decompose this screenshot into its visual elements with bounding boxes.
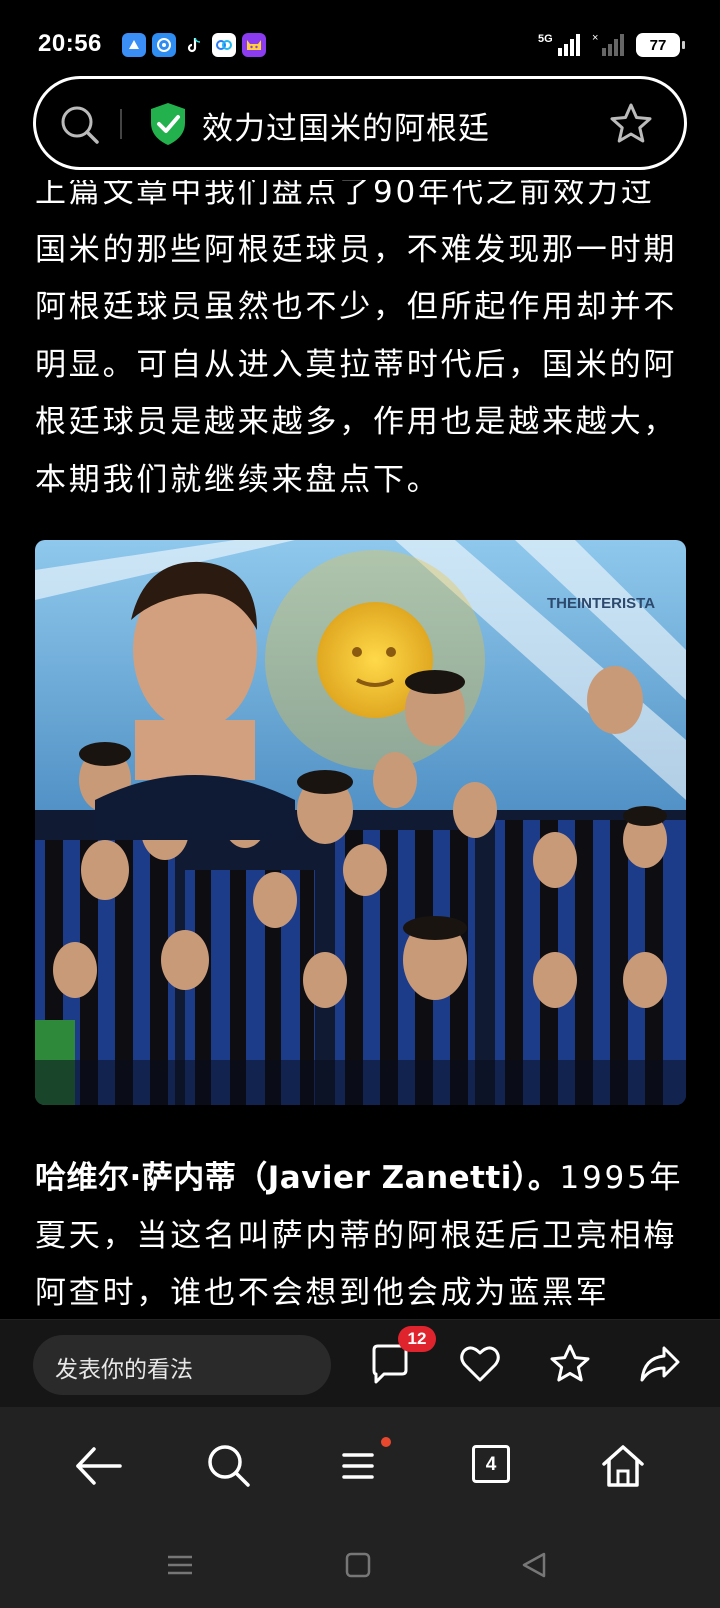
home-square-icon[interactable] — [344, 1551, 372, 1579]
signal-5g-icon: 5G — [538, 33, 580, 56]
article-content[interactable]: 上篇文章中我们盘点了90年代之前效力过国米的那些阿根廷球员，不难发现那一时期阿根… — [0, 180, 720, 1319]
signal-area: 5G × 77 — [538, 32, 685, 58]
notification-icons — [122, 33, 266, 57]
search-icon[interactable] — [204, 1441, 254, 1491]
favorite-star-icon[interactable] — [548, 1342, 592, 1386]
tiktok-icon — [182, 33, 206, 57]
recent-apps-icon[interactable] — [166, 1551, 194, 1579]
tab-count-button[interactable]: 4 — [472, 1445, 510, 1483]
bookmark-star-icon[interactable] — [608, 101, 654, 147]
battery-indicator: 77 — [636, 33, 685, 57]
signal-no-service-icon: × — [592, 32, 624, 56]
article-image[interactable]: THEINTERISTA — [35, 540, 686, 1105]
baidu-netdisk-icon — [212, 33, 236, 57]
back-triangle-icon[interactable] — [520, 1551, 548, 1579]
svg-text:5G: 5G — [538, 33, 553, 45]
menu-icon[interactable] — [336, 1441, 386, 1491]
svg-text:THEINTERISTA: THEINTERISTA — [547, 595, 655, 612]
like-heart-icon[interactable] — [458, 1342, 502, 1386]
comment-input[interactable]: 发表你的看法 — [33, 1335, 331, 1395]
article-paragraph-2: 哈维尔·萨内蒂（Javier Zanetti）。1995年夏天，当这名叫萨内蒂的… — [35, 1150, 687, 1319]
search-divider — [120, 109, 122, 139]
search-bar[interactable]: 效力过国米的阿根廷 — [33, 76, 687, 170]
shield-check-icon — [151, 103, 185, 145]
back-arrow-icon[interactable] — [74, 1441, 124, 1491]
article-paragraph: 上篇文章中我们盘点了90年代之前效力过国米的那些阿根廷球员，不难发现那一时期阿根… — [35, 180, 678, 498]
player-name: 哈维尔·萨内蒂（Javier Zanetti）。 — [35, 1160, 560, 1196]
home-icon[interactable] — [598, 1441, 648, 1491]
status-bar: 20:56 5G × 77 — [0, 0, 720, 72]
svg-text:×: × — [592, 32, 598, 44]
browser-app-icon — [122, 33, 146, 57]
assistant-app-icon — [152, 33, 176, 57]
system-nav-bar — [0, 1527, 720, 1608]
comment-count-badge: 12 — [398, 1326, 436, 1352]
search-query[interactable]: 效力过国米的阿根廷 — [202, 103, 490, 148]
search-icon[interactable] — [58, 103, 102, 147]
comment-placeholder: 发表你的看法 — [55, 1357, 193, 1383]
browser-nav-bar — [0, 1407, 720, 1527]
comment-bar: 发表你的看法 12 — [0, 1319, 720, 1407]
cat-app-icon — [242, 33, 266, 57]
share-icon[interactable] — [638, 1342, 682, 1386]
menu-notification-dot — [381, 1437, 391, 1447]
status-time: 20:56 — [38, 30, 102, 57]
